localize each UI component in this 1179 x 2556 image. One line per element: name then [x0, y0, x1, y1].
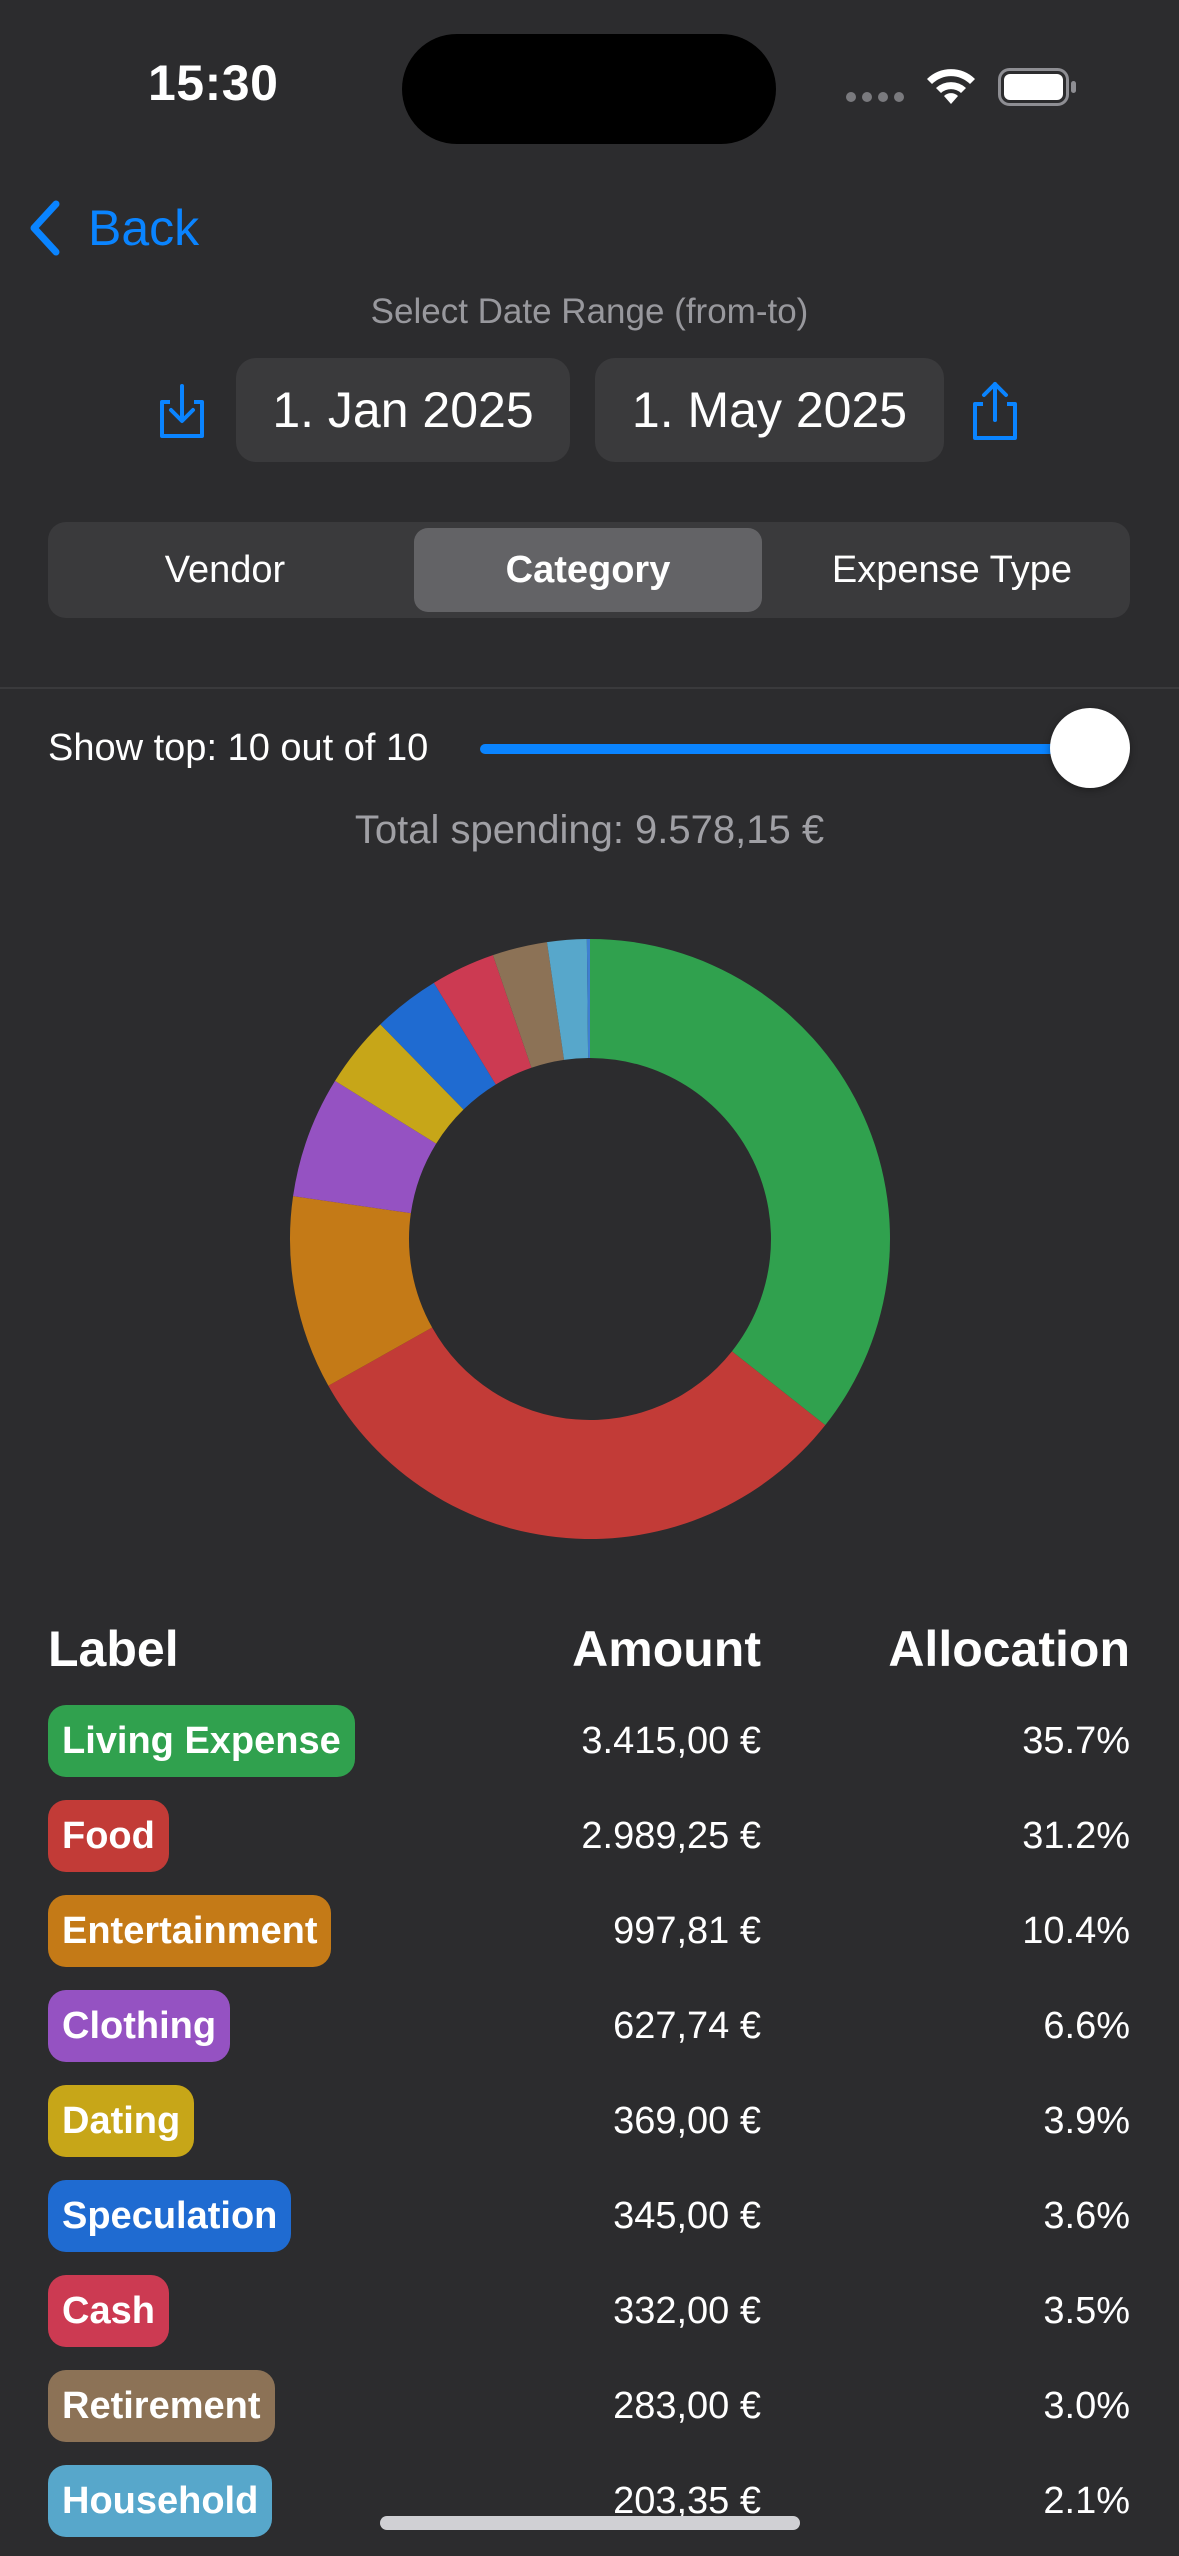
- table-row[interactable]: Cash 332,00 € 3.5%: [0, 2275, 1179, 2347]
- import-icon[interactable]: [156, 382, 208, 442]
- divider: [0, 687, 1179, 689]
- category-badge: Speculation: [48, 2180, 292, 2252]
- allocation-cell: 10.4%: [1022, 1910, 1130, 1952]
- category-donut-chart: [290, 939, 890, 1539]
- amount-cell: 2.989,25 €: [581, 1815, 761, 1857]
- segment-category[interactable]: Category: [414, 528, 762, 612]
- top-count-slider-thumb[interactable]: [1050, 708, 1130, 788]
- grouping-segmented-control: Vendor Category Expense Type: [48, 522, 1130, 618]
- category-badge: Clothing: [48, 1990, 231, 2062]
- table-row[interactable]: Clothing 627,74 € 6.6%: [0, 1990, 1179, 2062]
- allocation-cell: 31.2%: [1022, 1815, 1130, 1857]
- amount-cell: 332,00 €: [613, 2290, 761, 2332]
- amount-cell: 997,81 €: [613, 1910, 761, 1952]
- allocation-cell: 3.0%: [1043, 2385, 1130, 2427]
- amount-cell: 283,00 €: [613, 2385, 761, 2427]
- date-range-title: Select Date Range (from-to): [370, 292, 809, 331]
- segment-vendor[interactable]: Vendor: [48, 522, 402, 618]
- back-label: Back: [88, 200, 200, 256]
- top-count-slider-track[interactable]: [480, 744, 1100, 754]
- allocation-cell: 3.9%: [1043, 2100, 1130, 2142]
- allocation-cell: 35.7%: [1022, 1720, 1130, 1762]
- from-date-picker[interactable]: 1. Jan 2025: [236, 358, 570, 462]
- category-badge: Retirement: [48, 2370, 275, 2442]
- total-spending: Total spending: 9.578,15 €: [354, 808, 825, 852]
- column-header-amount: Amount: [572, 1621, 761, 1677]
- to-date-picker[interactable]: 1. May 2025: [595, 358, 944, 462]
- category-badge: Living Expense: [48, 1705, 355, 1777]
- wifi-icon: [927, 69, 975, 104]
- show-top-label: Show top: 10 out of 10: [48, 727, 429, 769]
- allocation-cell: 3.5%: [1043, 2290, 1130, 2332]
- back-button[interactable]: Back: [26, 196, 199, 260]
- battery-icon: [998, 68, 1076, 106]
- amount-cell: 627,74 €: [613, 2005, 761, 2047]
- category-badge: Cash: [48, 2275, 169, 2347]
- app-screen: 15:30 Back Select Date Range (from-to) 1…: [0, 0, 1179, 2556]
- dynamic-island: [402, 34, 776, 144]
- home-indicator[interactable]: [380, 2516, 800, 2530]
- amount-cell: 3.415,00 €: [581, 1720, 761, 1762]
- table-row[interactable]: Living Expense 3.415,00 € 35.7%: [0, 1705, 1179, 1777]
- category-badge: Dating: [48, 2085, 195, 2157]
- table-row[interactable]: Retirement 283,00 € 3.0%: [0, 2370, 1179, 2442]
- segment-expense-type[interactable]: Expense Type: [774, 522, 1130, 618]
- table-row[interactable]: Food 2.989,25 € 31.2%: [0, 1800, 1179, 1872]
- table-row[interactable]: Speculation 345,00 € 3.6%: [0, 2180, 1179, 2252]
- chevron-left-icon: [30, 200, 60, 256]
- column-header-label: Label: [48, 1621, 179, 1677]
- category-badge: Household: [48, 2465, 273, 2537]
- amount-cell: 345,00 €: [613, 2195, 761, 2237]
- cellular-signal-icon: [846, 92, 906, 102]
- table-row[interactable]: Entertainment 997,81 € 10.4%: [0, 1895, 1179, 1967]
- allocation-cell: 6.6%: [1043, 2005, 1130, 2047]
- category-badge: Food: [48, 1800, 169, 1872]
- allocation-cell: 2.1%: [1043, 2480, 1130, 2522]
- category-badge: Entertainment: [48, 1895, 332, 1967]
- donut-slice-living-expense[interactable]: [590, 939, 890, 1426]
- allocation-cell: 3.6%: [1043, 2195, 1130, 2237]
- status-time: 15:30: [148, 55, 279, 111]
- share-icon[interactable]: [969, 380, 1021, 444]
- column-header-allocation: Allocation: [888, 1621, 1130, 1677]
- amount-cell: 369,00 €: [613, 2100, 761, 2142]
- table-row[interactable]: Dating 369,00 € 3.9%: [0, 2085, 1179, 2157]
